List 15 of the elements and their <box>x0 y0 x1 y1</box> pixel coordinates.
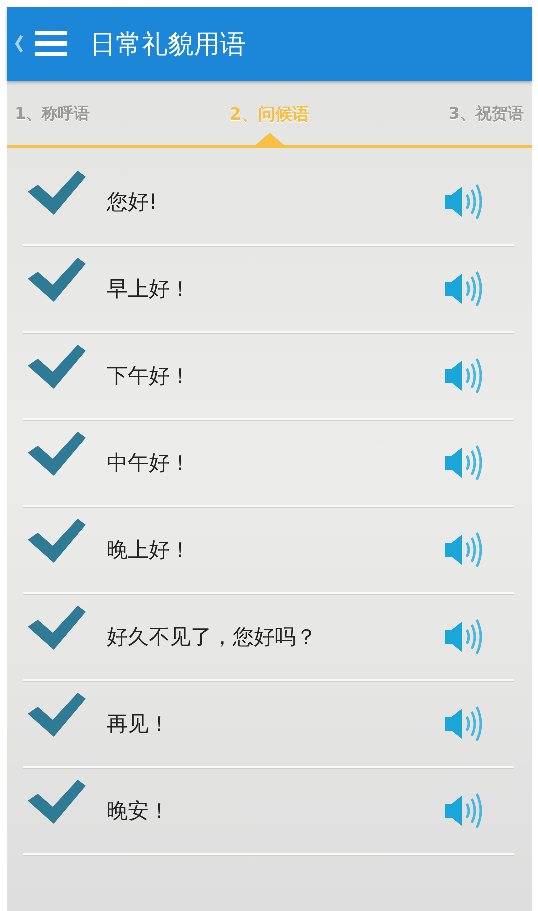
tab-pointer-icon <box>256 133 284 145</box>
back-icon[interactable] <box>14 34 24 54</box>
tab[interactable]: 2、问候语 <box>230 100 310 126</box>
tab[interactable]: 1、称呼语 <box>15 102 90 124</box>
tab[interactable]: 3、祝贺语 <box>448 102 524 124</box>
phrase-text: 好久不见了，您好吗？ <box>107 624 318 650</box>
phrase-text: 早上好！ <box>107 276 192 302</box>
phrase-text: 晚安！ <box>107 798 171 824</box>
phrase-text: 晚上好！ <box>107 536 192 564</box>
phrase-text: 下午好！ <box>107 362 192 390</box>
phrase-text: 您好! <box>107 188 158 216</box>
menu-icon[interactable] <box>35 31 67 57</box>
phrase-text: 再见！ <box>107 710 171 738</box>
phrase-text: 中午好！ <box>107 450 192 476</box>
screen-title: 日常礼貌用语 <box>90 28 246 62</box>
